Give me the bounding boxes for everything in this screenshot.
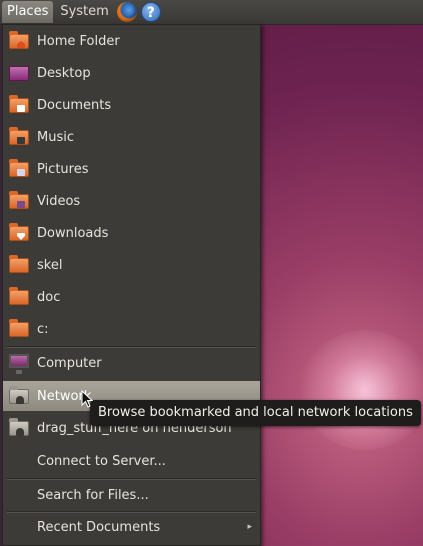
pictures-folder-icon	[7, 158, 31, 180]
menu-item-skel[interactable]: skel	[3, 250, 260, 280]
menu-item-label: Connect to Server...	[37, 453, 166, 469]
menu-item-downloads[interactable]: Downloads	[3, 218, 260, 248]
menu-item-music[interactable]: Music	[3, 122, 260, 152]
videos-folder-icon	[7, 190, 31, 212]
menu-item-label: Recent Documents	[37, 519, 161, 535]
wallpaper-glow	[300, 330, 423, 450]
menu-item-documents[interactable]: Documents	[3, 90, 260, 120]
top-panel: Places System ?	[0, 0, 423, 25]
menu-item-label: Documents	[37, 97, 112, 113]
menu-item-pictures[interactable]: Pictures	[3, 154, 260, 184]
home-folder-icon	[7, 30, 31, 52]
menu-item-connect-to-server[interactable]: Connect to Server...	[3, 446, 260, 476]
music-folder-icon	[7, 126, 31, 148]
network-icon	[7, 385, 31, 407]
menu-item-label: skel	[37, 257, 63, 273]
menu-item-videos[interactable]: Videos	[3, 186, 260, 216]
menu-item-home-folder[interactable]: Home Folder	[3, 26, 260, 56]
network-tooltip: Browse bookmarked and local network loca…	[90, 400, 421, 426]
menu-item-label: Search for Files...	[37, 487, 149, 503]
menu-item-label: Home Folder	[37, 33, 120, 49]
menu-item-label: Pictures	[37, 161, 89, 177]
places-dropdown-menu: Home Folder Desktop Documents Music Pict…	[2, 24, 261, 546]
menu-item-label: doc	[37, 289, 61, 305]
menu-item-label: Computer	[37, 355, 102, 371]
folder-icon	[7, 318, 31, 340]
menu-item-search-for-files[interactable]: Search for Files...	[3, 480, 260, 510]
system-menu[interactable]: System	[55, 1, 113, 23]
places-menu[interactable]: Places	[2, 1, 54, 23]
firefox-icon	[116, 2, 137, 22]
firefox-launcher[interactable]	[116, 1, 138, 23]
network-share-icon	[7, 417, 31, 439]
computer-icon	[7, 352, 31, 374]
desktop-icon	[7, 62, 31, 84]
folder-icon	[7, 286, 31, 308]
folder-icon	[7, 254, 31, 276]
documents-folder-icon	[7, 94, 31, 116]
menu-item-computer[interactable]: Computer	[3, 348, 260, 378]
help-launcher[interactable]: ?	[140, 1, 162, 23]
submenu-arrow-icon: ▸	[247, 522, 252, 532]
menu-item-label: Downloads	[37, 225, 109, 241]
menu-item-recent-documents[interactable]: Recent Documents ▸	[3, 512, 260, 542]
menu-item-label: Music	[37, 129, 74, 145]
downloads-folder-icon	[7, 222, 31, 244]
menu-item-label: c:	[37, 321, 49, 337]
menu-item-label: Videos	[37, 193, 81, 209]
help-icon: ?	[140, 2, 161, 22]
mouse-cursor-icon	[81, 390, 93, 408]
menu-item-c-drive[interactable]: c:	[3, 314, 260, 344]
menu-item-doc[interactable]: doc	[3, 282, 260, 312]
menu-item-label: Desktop	[37, 65, 91, 81]
menu-item-desktop[interactable]: Desktop	[3, 58, 260, 88]
